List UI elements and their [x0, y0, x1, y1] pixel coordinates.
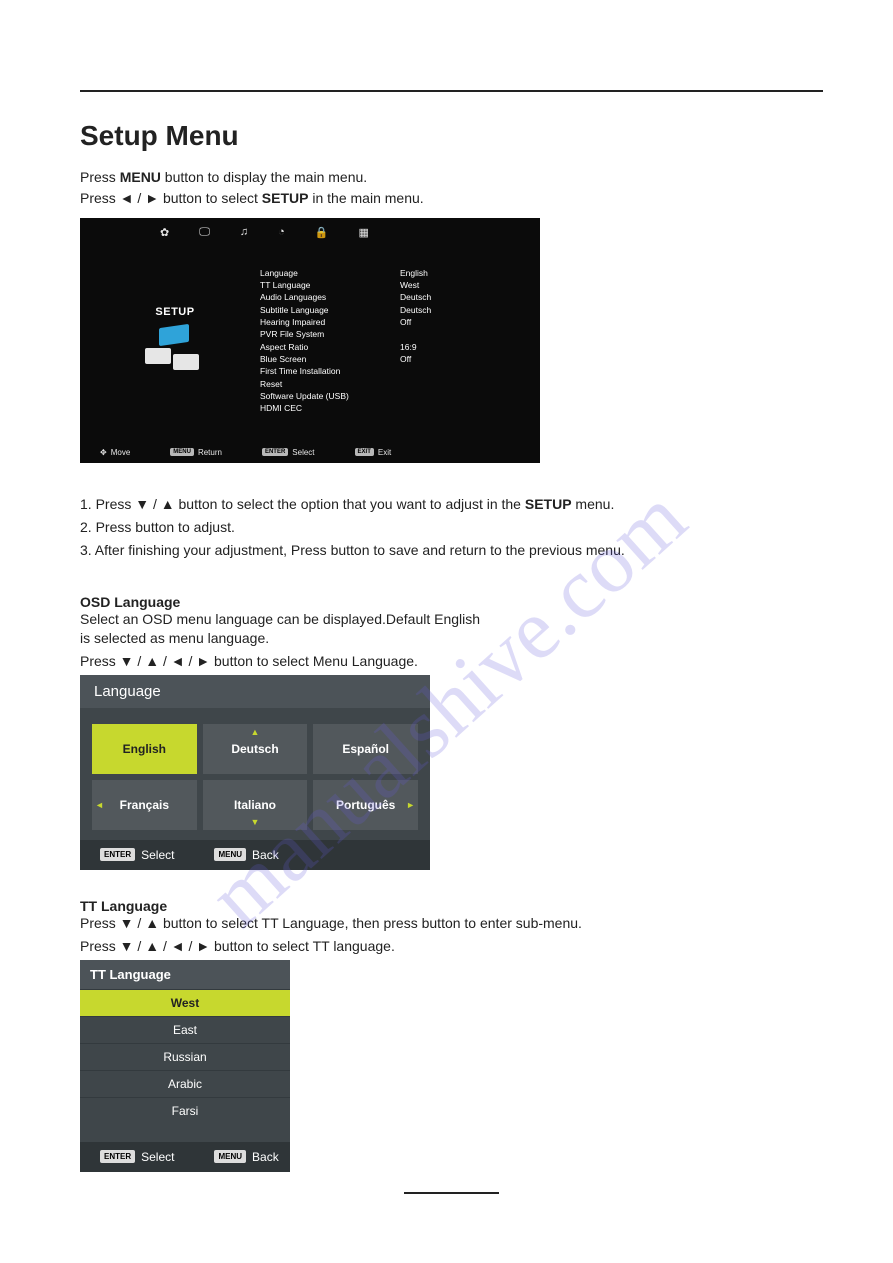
lang-cell-francais: ◄Français	[92, 780, 197, 830]
lang-cell-espanol: Español	[313, 724, 418, 774]
lang-cell-deutsch: ▲Deutsch	[203, 724, 308, 774]
intro2-pre: Press ◄ / ► button to select	[80, 190, 262, 206]
table-row: HDMI CEC	[260, 402, 520, 414]
intro2-post: in the main menu.	[308, 190, 423, 206]
tt-language-osd-screenshot: TT Language West East Russian Arabic Far…	[80, 960, 290, 1172]
tt-item-west: West	[80, 989, 290, 1016]
clock-icon: ◔	[278, 226, 285, 239]
tt-item-arabic: Arabic	[80, 1070, 290, 1097]
triangle-right-icon: ►	[406, 800, 415, 810]
bottom-rule	[404, 1192, 499, 1194]
osd-list: LanguageEnglish TT LanguageWest Audio La…	[250, 267, 520, 415]
intro1-post: button to display the main menu.	[161, 169, 367, 185]
music-icon: ♫	[240, 226, 248, 239]
language-footer: ENTERSelect MENUBack	[80, 840, 430, 870]
steps: 1. Press ▼ / ▲ button to select the opti…	[80, 493, 823, 562]
language-grid: English ▲Deutsch Español ◄Français Itali…	[80, 708, 430, 840]
table-row: First Time Installation	[260, 365, 520, 377]
table-row: Aspect Ratio16:9	[260, 341, 520, 353]
language-osd-screenshot: Language English ▲Deutsch Español ◄Franç…	[80, 675, 430, 870]
footer-select: ENTERSelect	[262, 448, 315, 457]
osd-topbar: ✿ 🖵 ♫ ◔ 🔒 ▦	[80, 218, 540, 247]
table-row: Software Update (USB)	[260, 390, 520, 402]
osd-language-instr: Press ▼ / ▲ / ◄ / ► button to select Men…	[80, 652, 823, 671]
gear-icon: ✿	[160, 226, 169, 239]
lang-footer-back: MENUBack	[214, 848, 278, 862]
triangle-down-icon: ▼	[251, 817, 260, 827]
lock-icon: 🔒	[315, 226, 329, 239]
lang-cell-portugues: Português►	[313, 780, 418, 830]
table-row: PVR File System	[260, 328, 520, 340]
table-row: Audio LanguagesDeutsch	[260, 291, 520, 303]
setup-osd-screenshot: ✿ 🖵 ♫ ◔ 🔒 ▦ SETUP LanguageEnglish TT Lan…	[80, 218, 540, 463]
tt-footer-back: MENUBack	[214, 1150, 278, 1164]
top-rule	[80, 90, 823, 92]
intro-line-1: Press MENU button to display the main me…	[80, 168, 823, 187]
footer-exit: EXITExit	[355, 448, 392, 457]
tt-footer: ENTERSelect MENUBack	[80, 1142, 290, 1172]
intro-line-2: Press ◄ / ► button to select SETUP in th…	[80, 189, 823, 208]
footer-move: ✥Move	[100, 448, 130, 457]
triangle-up-icon: ▲	[251, 727, 260, 737]
table-row: TT LanguageWest	[260, 279, 520, 291]
tt-language-heading: TT Language	[80, 898, 823, 914]
dpad-icon: ✥	[100, 448, 107, 457]
tt-item-russian: Russian	[80, 1043, 290, 1070]
osd-language-desc: Select an OSD menu language can be displ…	[80, 610, 823, 648]
tt-item-east: East	[80, 1016, 290, 1043]
monitor-icon: 🖵	[199, 226, 210, 239]
table-row: Hearing ImpairedOff	[260, 316, 520, 328]
tt-footer-select: ENTERSelect	[100, 1150, 174, 1164]
intro1-pre: Press	[80, 169, 120, 185]
triangle-left-icon: ◄	[95, 800, 104, 810]
lang-cell-italiano: Italiano▼	[203, 780, 308, 830]
language-osd-title: Language	[80, 675, 430, 708]
osd-footer: ✥Move MENUReturn ENTERSelect EXITExit	[80, 448, 540, 457]
lang-footer-select: ENTERSelect	[100, 848, 174, 862]
tt-language-l1: Press ▼ / ▲ button to select TT Language…	[80, 914, 823, 933]
intro2-b: SETUP	[262, 190, 309, 206]
step-1: 1. Press ▼ / ▲ button to select the opti…	[80, 493, 823, 516]
osd-side-label: SETUP	[155, 306, 194, 318]
intro1-b: MENU	[120, 169, 161, 185]
apps-icon: ▦	[358, 226, 368, 239]
osd-side: SETUP	[100, 267, 250, 415]
table-row: Subtitle LanguageDeutsch	[260, 304, 520, 316]
setup-boxes-icon	[145, 326, 205, 376]
footer-return: MENUReturn	[170, 448, 222, 457]
lang-cell-english: English	[92, 724, 197, 774]
page-title: Setup Menu	[80, 120, 823, 152]
table-row: Blue ScreenOff	[260, 353, 520, 365]
step-2: 2. Press button to adjust.	[80, 516, 823, 539]
tt-language-l2: Press ▼ / ▲ / ◄ / ► button to select TT …	[80, 937, 823, 956]
step-3: 3. After finishing your adjustment, Pres…	[80, 539, 823, 562]
table-row: LanguageEnglish	[260, 267, 520, 279]
osd-language-heading: OSD Language	[80, 594, 823, 610]
table-row: Reset	[260, 378, 520, 390]
tt-osd-title: TT Language	[80, 960, 290, 989]
tt-item-farsi: Farsi	[80, 1097, 290, 1124]
